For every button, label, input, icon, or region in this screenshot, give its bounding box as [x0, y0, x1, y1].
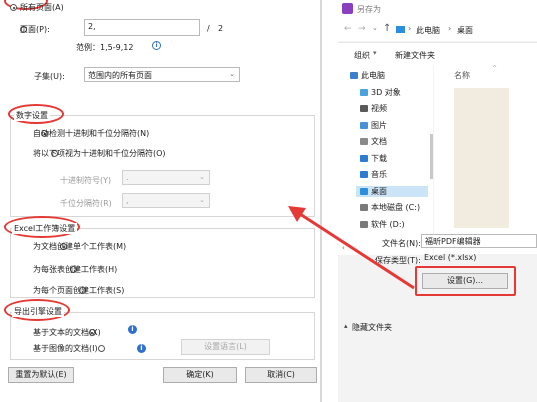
- file-list: 名称 ^: [434, 64, 537, 254]
- nav-item[interactable]: 此电脑: [350, 70, 385, 81]
- all-pages-label: 所有页面(A): [20, 3, 64, 12]
- pages-total: 2: [218, 24, 224, 33]
- title-bar: 另存为: [338, 0, 537, 17]
- thousands-separator-select[interactable]: , ⌄: [122, 193, 210, 208]
- nav-item[interactable]: 视频: [360, 103, 387, 114]
- sheet-per-table-label: 为每张表创建工作表(H): [33, 265, 118, 274]
- organize-button[interactable]: 组织: [354, 50, 370, 61]
- thousands-separator-value: ,: [126, 196, 129, 205]
- app-icon: [342, 3, 353, 14]
- music-icon: [360, 171, 368, 178]
- breadcrumb-desktop[interactable]: 桌面: [457, 25, 473, 36]
- pictures-icon: [360, 121, 368, 129]
- column-header-name[interactable]: 名称: [454, 70, 470, 81]
- download-icon: [360, 154, 368, 162]
- computer-icon: [350, 72, 358, 79]
- documents-icon: [360, 138, 368, 145]
- info-icon-text-based[interactable]: i: [128, 325, 137, 334]
- breadcrumb-chevron-icon: ›: [408, 24, 412, 33]
- settings-button[interactable]: 设置(G)...: [422, 273, 508, 289]
- nav-item-label: 视频: [371, 104, 387, 113]
- export-engine-title: 导出引擎设置: [12, 306, 64, 317]
- manual-label: 将以下项视为十进制和千位分隔符(O): [33, 149, 166, 158]
- pages-input-value: 2,: [88, 22, 96, 31]
- nav-item[interactable]: 图片: [360, 120, 387, 131]
- sort-up-icon: ^: [492, 65, 498, 72]
- desktop-folder-icon: [396, 26, 405, 33]
- image-based-label: 基于图像的文档(I): [33, 344, 98, 353]
- 3d-objects-icon: [360, 88, 368, 96]
- single-sheet-label: 为文档创建单个工作表(M): [33, 242, 127, 251]
- nav-item-label: 音乐: [371, 170, 387, 179]
- decimal-symbol-label: 十进制符号(Y): [60, 176, 112, 185]
- nav-item-label: 下载: [371, 153, 387, 163]
- reset-default-button[interactable]: 重置为默认(E): [8, 367, 74, 383]
- ok-button[interactable]: 确定(K): [163, 367, 237, 383]
- filetype-select[interactable]: Excel (*.xlsx): [421, 252, 537, 266]
- example-label: 范例：1,5-9,12: [76, 43, 134, 52]
- toolbar: 组织 ▾ 新建文件夹: [338, 42, 537, 65]
- filename-input[interactable]: 福昕PDF编辑器: [421, 234, 537, 248]
- nav-item-label: 文档: [371, 137, 387, 146]
- set-language-button[interactable]: 设置语言(L): [181, 339, 270, 355]
- pages-input[interactable]: 2,: [84, 19, 200, 36]
- thousands-separator-label: 千位分隔符(R): [60, 199, 112, 208]
- sheet-per-page-label: 为每个页面创建工作表(S): [33, 286, 125, 295]
- decimal-symbol-value: .: [126, 173, 129, 182]
- filetype-value: Excel (*.xlsx): [424, 253, 477, 262]
- address-bar-row: ← → ⌄ ↑ › 此电脑 › 桌面: [338, 17, 537, 41]
- nav-item[interactable]: 下载: [360, 153, 387, 164]
- video-icon: [360, 105, 368, 112]
- cancel-button[interactable]: 取消(C): [245, 367, 317, 383]
- arrow-head: [288, 206, 306, 222]
- annotation-arrow: [288, 206, 415, 290]
- blurred-file-items: [454, 88, 509, 228]
- chevron-down-icon: ⌄: [199, 196, 205, 204]
- nav-item[interactable]: 文档: [360, 136, 387, 147]
- nav-item-label: 此电脑: [361, 71, 385, 80]
- recent-dropdown-icon[interactable]: ⌄: [372, 24, 378, 32]
- up-arrow-icon[interactable]: ↑: [383, 23, 391, 34]
- filename-value: 福昕PDF编辑器: [425, 237, 481, 246]
- breadcrumb-this-pc[interactable]: 此电脑: [416, 25, 440, 36]
- pages-label: 页面(P):: [20, 25, 50, 34]
- window-title: 另存为: [357, 5, 381, 14]
- nav-item-label: 图片: [371, 120, 387, 130]
- arrow-line: [299, 212, 415, 290]
- radio-all-pages[interactable]: [10, 4, 17, 11]
- pages-separator: /: [207, 24, 210, 33]
- subset-label: 子集(U):: [34, 72, 65, 81]
- info-icon-image-based[interactable]: i: [137, 344, 146, 353]
- nav-item[interactable]: 3D 对象: [360, 87, 401, 98]
- nav-scrollbar-thumb[interactable]: [430, 134, 433, 179]
- text-based-label: 基于文本的文档(X): [33, 328, 101, 337]
- nav-item[interactable]: 音乐: [360, 169, 387, 180]
- nav-item[interactable]: 桌面: [356, 185, 428, 197]
- hide-folders-toggle[interactable]: 隐藏文件夹: [352, 322, 392, 333]
- excel-settings-title: Excel工作簿设置: [12, 223, 78, 234]
- desktop-icon: [360, 187, 368, 195]
- chevron-up-icon[interactable]: ▴: [344, 322, 348, 330]
- nav-item-label: 3D 对象: [371, 87, 401, 97]
- new-folder-button[interactable]: 新建文件夹: [395, 50, 435, 61]
- breadcrumb-chevron-icon: ›: [448, 24, 452, 33]
- digit-settings-title: 数字设置: [14, 110, 50, 121]
- decimal-symbol-select[interactable]: . ⌄: [122, 170, 210, 185]
- subset-select-value: 范围内的所有页面: [88, 71, 152, 80]
- chevron-down-icon: ⌄: [199, 173, 205, 181]
- chevron-down-icon: ⌄: [229, 70, 235, 78]
- forward-arrow-icon[interactable]: →: [358, 24, 366, 34]
- auto-detect-label: 自动检测十进制和千位分隔符(N): [33, 129, 150, 138]
- chevron-down-icon: ▾: [373, 49, 377, 57]
- back-arrow-icon[interactable]: ←: [344, 24, 352, 34]
- subset-select[interactable]: 范围内的所有页面 ⌄: [84, 67, 240, 82]
- info-icon-example: i: [152, 41, 161, 50]
- export-settings-dialog: 所有页面(A) 页面(P): 2, / 2 范例：1,5-9,12 i 子集(U…: [0, 0, 322, 402]
- nav-item-label: 桌面: [371, 186, 387, 196]
